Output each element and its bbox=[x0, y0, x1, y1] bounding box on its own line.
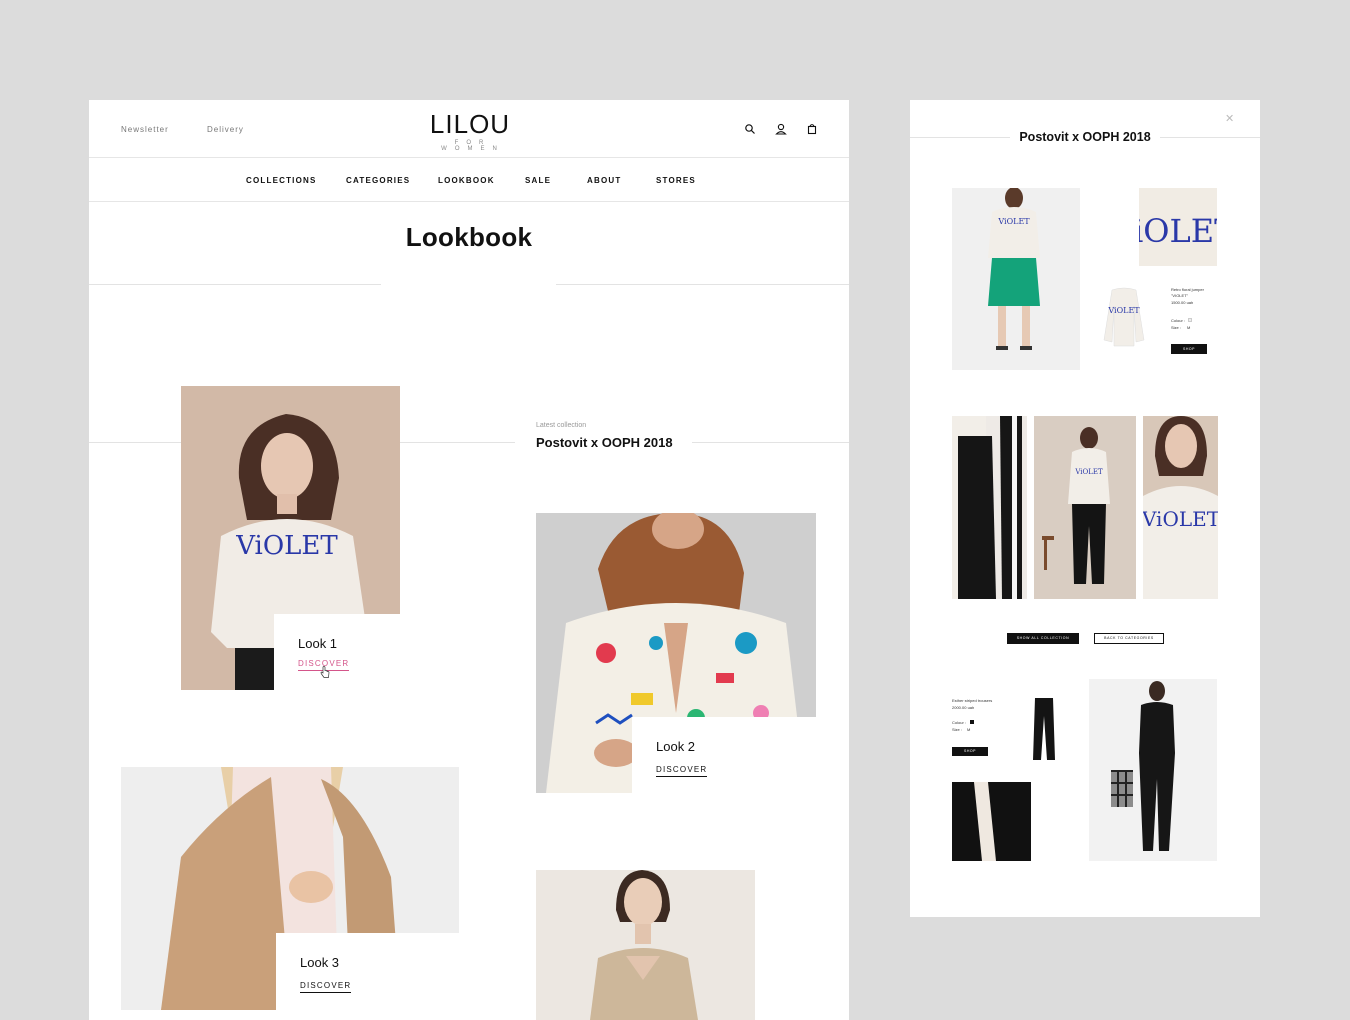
colour-swatch[interactable] bbox=[1188, 318, 1192, 322]
product-1-shop-button[interactable]: SHOP bbox=[1171, 344, 1207, 354]
product-2-colour-label: Colour : bbox=[952, 720, 967, 725]
divider bbox=[400, 442, 515, 443]
product-2-price: 2000.00 uah bbox=[952, 705, 975, 710]
back-to-categories-button[interactable]: BACK TO CATEGORIES bbox=[1094, 633, 1164, 644]
user-icon[interactable] bbox=[775, 123, 787, 135]
look-3-discover-link[interactable]: DISCOVER bbox=[300, 981, 352, 993]
product-1-name: Retro floral jumper bbox=[1171, 287, 1204, 292]
product-2-size-label: Size : bbox=[952, 727, 963, 732]
collection-modal: ✕ Postovit x OOPH 2018 ViOLET ViOLET ViO… bbox=[910, 100, 1260, 917]
hand-cursor-icon bbox=[320, 666, 330, 678]
look-3-card: Look 3 DISCOVER bbox=[276, 933, 459, 1020]
nav-about[interactable]: ABOUT bbox=[587, 176, 621, 185]
delivery-link[interactable]: Delivery bbox=[207, 125, 244, 134]
modal-photo-trousers-detail[interactable] bbox=[952, 416, 1027, 599]
latest-collection-label: Latest collection bbox=[536, 422, 587, 429]
divider bbox=[89, 284, 381, 285]
newsletter-link[interactable]: Newsletter bbox=[121, 125, 169, 134]
look-1-card: Look 1 DISCOVER bbox=[274, 614, 400, 690]
nav-sale[interactable]: SALE bbox=[525, 176, 551, 185]
sweater-print: ViOLET bbox=[1107, 306, 1140, 315]
lookbook-page: Newsletter Delivery LILOU FOR WOMEN COLL… bbox=[89, 100, 849, 1020]
sweater-print: ViOLET bbox=[1074, 468, 1103, 476]
logo[interactable]: LILOU FOR WOMEN bbox=[424, 110, 516, 152]
look-4-photo bbox=[536, 870, 755, 1020]
product-1-colour-label: Colour : bbox=[1171, 318, 1186, 323]
sweater-print: ViOLET bbox=[1143, 507, 1218, 531]
colour-swatch[interactable] bbox=[970, 720, 974, 724]
sweater-print: ViOLET bbox=[1139, 212, 1217, 250]
search-icon[interactable] bbox=[744, 123, 756, 135]
modal-title: Postovit x OOPH 2018 bbox=[1019, 130, 1151, 144]
top-bar: Newsletter Delivery LILOU FOR WOMEN bbox=[89, 100, 849, 158]
nav-stores[interactable]: STORES bbox=[656, 176, 696, 185]
product-2-size[interactable]: M bbox=[967, 727, 970, 732]
product-1-price: 1500.00 uah bbox=[1171, 300, 1194, 305]
logo-subtitle: FOR WOMEN bbox=[441, 140, 505, 152]
bag-icon[interactable] bbox=[806, 123, 818, 135]
logo-wordmark: LILOU bbox=[429, 109, 511, 139]
modal-product-2-image[interactable] bbox=[1031, 698, 1057, 762]
look-2-discover-link[interactable]: DISCOVER bbox=[656, 765, 708, 777]
product-2-shop-button[interactable]: SHOP bbox=[952, 747, 988, 756]
nav-collections[interactable]: COLLECTIONS bbox=[246, 176, 317, 185]
look-1-title: Look 1 bbox=[298, 636, 338, 651]
close-icon[interactable]: ✕ bbox=[1225, 112, 1234, 125]
modal-photo-trouser-stripe[interactable] bbox=[952, 782, 1031, 861]
sweater-print: ViOLET bbox=[235, 531, 338, 561]
show-all-collection-button[interactable]: SHOW ALL COLLECTION bbox=[1007, 633, 1079, 644]
look-4-image[interactable] bbox=[536, 870, 755, 1020]
product-1-name-line2: "VIOLET" bbox=[1171, 293, 1189, 298]
look-2-title: Look 2 bbox=[656, 739, 696, 754]
nav-lookbook[interactable]: LOOKBOOK bbox=[438, 176, 495, 185]
product-1-size[interactable]: M bbox=[1187, 325, 1190, 330]
modal-photo-full-look-2[interactable]: ViOLET bbox=[1034, 416, 1136, 599]
latest-collection-name[interactable]: Postovit x OOPH 2018 bbox=[536, 435, 673, 450]
divider bbox=[556, 284, 849, 285]
divider bbox=[692, 442, 849, 443]
modal-photo-black-outfit[interactable] bbox=[1089, 679, 1217, 861]
modal-product-1-image[interactable]: ViOLET bbox=[1102, 286, 1146, 350]
nav-categories[interactable]: CATEGORIES bbox=[346, 176, 410, 185]
modal-photo-print-detail[interactable]: ViOLET bbox=[1139, 188, 1217, 266]
sweater-print: ViOLET bbox=[997, 217, 1030, 226]
product-1-size-label: Size : bbox=[1171, 325, 1182, 330]
modal-photo-full-look[interactable]: ViOLET bbox=[952, 188, 1080, 370]
look-2-card: Look 2 DISCOVER bbox=[632, 717, 816, 793]
page-title: Lookbook bbox=[405, 222, 533, 252]
product-2-name: Esther striped trousers bbox=[952, 698, 993, 703]
modal-photo-sweater-closeup[interactable]: ViOLET bbox=[1143, 416, 1218, 599]
main-nav: COLLECTIONS CATEGORIES LOOKBOOK SALE ABO… bbox=[89, 158, 849, 202]
divider bbox=[89, 442, 181, 443]
look-3-title: Look 3 bbox=[300, 955, 340, 970]
